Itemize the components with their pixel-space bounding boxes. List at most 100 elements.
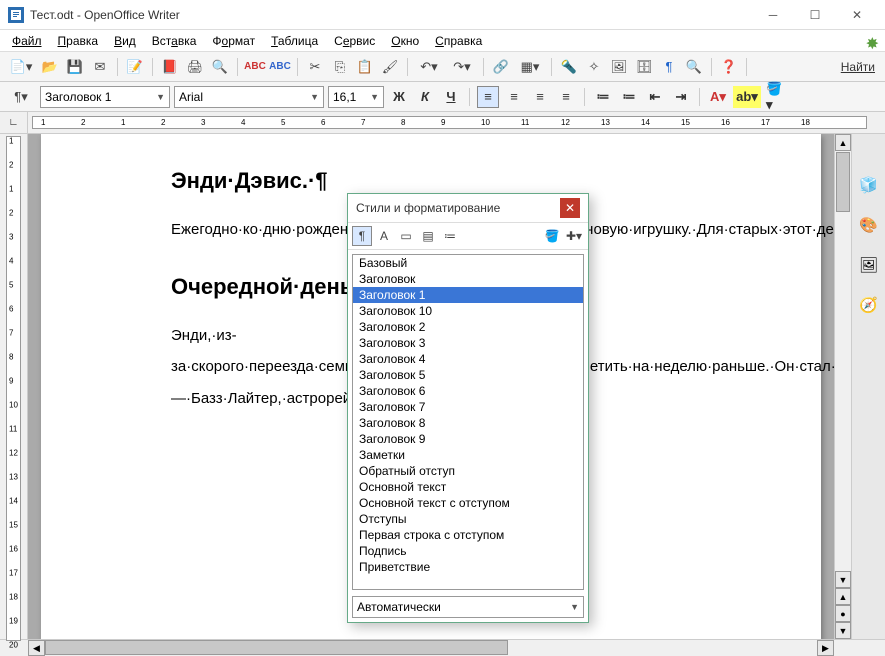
maximize-button[interactable]: ☐ <box>795 1 835 29</box>
align-left-button[interactable]: ≡ <box>477 86 499 108</box>
menu-format[interactable]: Формат <box>206 32 261 50</box>
new-doc-button[interactable]: 📄▾ <box>6 56 36 78</box>
decrease-indent-button[interactable]: ⇤ <box>644 86 666 108</box>
copy-button[interactable]: ⎘ <box>329 56 351 78</box>
hyperlink-button[interactable]: 🔗 <box>490 56 512 78</box>
dialog-close-button[interactable]: ✕ <box>560 198 580 218</box>
gallery-button[interactable]: 🖼 <box>608 56 630 78</box>
zoom-button[interactable]: 🔍 <box>683 56 705 78</box>
style-list-item[interactable]: Заголовок 1 <box>353 287 583 303</box>
style-list-item[interactable]: Обратный отступ <box>353 463 583 479</box>
open-button[interactable]: 📂 <box>39 56 61 78</box>
minimize-button[interactable]: ─ <box>753 1 793 29</box>
cut-button[interactable]: ✂ <box>304 56 326 78</box>
find-button[interactable]: 🔦 <box>558 56 580 78</box>
numbered-list-button[interactable]: ≔ <box>592 86 614 108</box>
sidebar-properties-icon[interactable]: 🧊 <box>858 174 880 196</box>
style-list-item[interactable]: Заметки <box>353 447 583 463</box>
vertical-ruler[interactable]: 121234567891011121314151617181920 <box>6 136 21 641</box>
dialog-title-bar[interactable]: Стили и форматирование ✕ <box>348 194 588 222</box>
next-page-button[interactable]: ▼ <box>835 622 851 639</box>
bullet-list-button[interactable]: ≔ <box>618 86 640 108</box>
styles-dialog[interactable]: Стили и форматирование ✕ ¶ A ▭ ▤ ≔ 🪣 ✚▾ … <box>347 193 589 623</box>
table-button[interactable]: ▦▾ <box>515 56 545 78</box>
underline-button[interactable]: Ч <box>440 86 462 108</box>
datasources-button[interactable]: 🗄 <box>633 56 655 78</box>
menu-insert[interactable]: Вставка <box>146 32 203 50</box>
navigator-button[interactable]: ✧ <box>583 56 605 78</box>
style-list-item[interactable]: Заголовок 7 <box>353 399 583 415</box>
undo-button[interactable]: ↶▾ <box>414 56 444 78</box>
redo-button[interactable]: ↷▾ <box>447 56 477 78</box>
style-list-item[interactable]: Заголовок 6 <box>353 383 583 399</box>
sidebar-navigator-icon[interactable]: 🧭 <box>858 294 880 316</box>
help-button[interactable]: ❓ <box>718 56 740 78</box>
paragraph-style-combo[interactable]: Заголовок 1▼ <box>40 86 170 108</box>
horizontal-scrollbar[interactable]: ◀ ▶ <box>0 639 885 656</box>
sidebar-gallery-icon[interactable]: 🖼 <box>858 254 880 276</box>
scroll-up-button[interactable]: ▲ <box>835 134 851 151</box>
style-list-item[interactable]: Заголовок <box>353 271 583 287</box>
style-list-item[interactable]: Заголовок 4 <box>353 351 583 367</box>
bold-button[interactable]: Ж <box>388 86 410 108</box>
menu-window[interactable]: Окно <box>385 32 425 50</box>
menu-view[interactable]: Вид <box>108 32 142 50</box>
menu-edit[interactable]: Правка <box>52 32 105 50</box>
autospell-button[interactable]: ABC <box>269 56 291 78</box>
menu-help[interactable]: Справка <box>429 32 488 50</box>
font-color-button[interactable]: A▾ <box>707 86 729 108</box>
print-button[interactable]: 🖨 <box>184 56 206 78</box>
background-color-button[interactable]: 🪣▾ <box>765 86 787 108</box>
style-list-item[interactable]: Первая строка с отступом <box>353 527 583 543</box>
style-list-item[interactable]: Заголовок 5 <box>353 367 583 383</box>
nonprinting-button[interactable]: ¶ <box>658 56 680 78</box>
highlight-button[interactable]: ab▾ <box>733 86 761 108</box>
format-paint-button[interactable]: 🖌 <box>379 56 401 78</box>
style-list-item[interactable]: Подпись <box>353 543 583 559</box>
scroll-down-button[interactable]: ▼ <box>835 571 851 588</box>
style-list-item[interactable]: Базовый <box>353 255 583 271</box>
prev-page-button[interactable]: ▲ <box>835 588 851 605</box>
vertical-scrollbar[interactable]: ▲ ▼ ▲ ● ▼ <box>834 134 851 639</box>
close-button[interactable]: ✕ <box>837 1 877 29</box>
italic-button[interactable]: К <box>414 86 436 108</box>
scroll-thumb-h[interactable] <box>45 640 508 655</box>
styles-button[interactable]: ¶▾ <box>6 86 36 108</box>
find-toolbar-label[interactable]: Найти <box>837 60 879 74</box>
style-list-item[interactable]: Заголовок 3 <box>353 335 583 351</box>
style-list-item[interactable]: Основной текст <box>353 479 583 495</box>
paste-button[interactable]: 📋 <box>354 56 376 78</box>
font-size-combo[interactable]: 16,1▼ <box>328 86 384 108</box>
menu-table[interactable]: Таблица <box>265 32 324 50</box>
scroll-left-button[interactable]: ◀ <box>28 640 45 656</box>
sidebar-styles-icon[interactable]: 🎨 <box>858 214 880 236</box>
character-styles-tab[interactable]: A <box>374 226 394 246</box>
increase-indent-button[interactable]: ⇥ <box>670 86 692 108</box>
scroll-right-button[interactable]: ▶ <box>817 640 834 656</box>
font-name-combo[interactable]: Arial▼ <box>174 86 324 108</box>
align-justify-button[interactable]: ≡ <box>555 86 577 108</box>
page-styles-tab[interactable]: ▤ <box>418 226 438 246</box>
style-list-item[interactable]: Заголовок 10 <box>353 303 583 319</box>
styles-list[interactable]: БазовыйЗаголовокЗаголовок 1Заголовок 10З… <box>352 254 584 590</box>
paragraph-styles-tab[interactable]: ¶ <box>352 226 372 246</box>
align-right-button[interactable]: ≡ <box>529 86 551 108</box>
style-list-item[interactable]: Заголовок 8 <box>353 415 583 431</box>
style-list-item[interactable]: Отступы <box>353 511 583 527</box>
style-list-item[interactable]: Заголовок 9 <box>353 431 583 447</box>
style-list-item[interactable]: Основной текст с отступом <box>353 495 583 511</box>
menu-tools[interactable]: Сервис <box>328 32 381 50</box>
save-button[interactable]: 💾 <box>64 56 86 78</box>
new-style-button[interactable]: ✚▾ <box>564 226 584 246</box>
list-styles-tab[interactable]: ≔ <box>440 226 460 246</box>
export-pdf-button[interactable]: 📕 <box>159 56 181 78</box>
align-center-button[interactable]: ≡ <box>503 86 525 108</box>
scroll-thumb[interactable] <box>836 152 850 212</box>
frame-styles-tab[interactable]: ▭ <box>396 226 416 246</box>
spellcheck-button[interactable]: ABC <box>244 56 266 78</box>
horizontal-ruler[interactable]: 12123456789101112131415161718 <box>32 116 867 129</box>
style-list-item[interactable]: Заголовок 2 <box>353 319 583 335</box>
edit-mode-button[interactable]: 📝 <box>124 56 146 78</box>
browse-object-button[interactable]: ● <box>835 605 851 622</box>
email-button[interactable]: ✉ <box>89 56 111 78</box>
